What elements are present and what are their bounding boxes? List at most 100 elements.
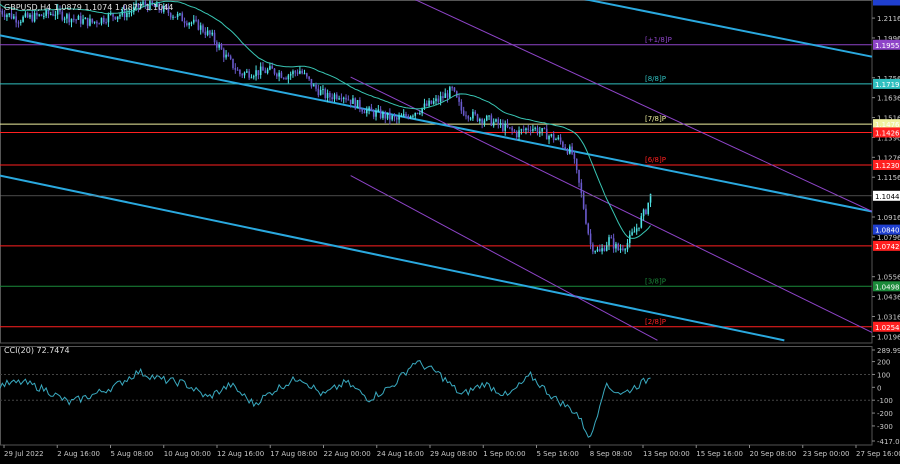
- candle-body: [40, 14, 43, 17]
- candle-body: [479, 118, 481, 122]
- trend-line[interactable]: [577, 0, 873, 58]
- candle-body: [502, 123, 504, 131]
- candle-body: [8, 13, 11, 15]
- candle-body: [250, 77, 253, 79]
- trend-line[interactable]: [0, 34, 873, 213]
- candle-body: [342, 97, 345, 99]
- candle-body: [13, 16, 15, 19]
- candle-body: [10, 13, 13, 19]
- candle-body: [389, 112, 391, 120]
- cci-line[interactable]: [0, 360, 651, 438]
- candle-body: [70, 18, 73, 23]
- candle-body: [340, 98, 343, 100]
- candle-body: [605, 245, 608, 251]
- level-tag: [7/8]P: [645, 115, 666, 123]
- candle-body: [190, 22, 193, 24]
- trend-line[interactable]: [0, 174, 785, 342]
- channel-line[interactable]: [350, 76, 873, 333]
- candle-body: [460, 101, 463, 111]
- candle-body: [31, 14, 34, 22]
- candle-body: [264, 70, 267, 73]
- candle-body: [559, 137, 562, 142]
- candle-body: [229, 56, 232, 59]
- candle-body: [322, 89, 324, 91]
- candle-body: [49, 13, 52, 15]
- candle-body: [227, 54, 230, 57]
- candle-body: [172, 16, 174, 18]
- candle-body: [483, 120, 486, 124]
- candle-body: [103, 17, 105, 23]
- candle-body: [179, 13, 181, 15]
- candle-body: [98, 23, 100, 25]
- candle-body: [428, 100, 430, 106]
- candle-body: [204, 31, 207, 35]
- candle-body: [239, 69, 241, 75]
- candle-body: [338, 98, 340, 100]
- candle-body: [236, 69, 239, 71]
- candle-body: [368, 107, 370, 110]
- channel-line[interactable]: [411, 0, 873, 212]
- candle-body: [22, 16, 24, 22]
- candle-body: [126, 12, 128, 18]
- candle-body: [213, 32, 216, 43]
- candle-body: [562, 141, 564, 148]
- candle-body: [527, 128, 530, 130]
- candle-body: [571, 146, 573, 154]
- candle-body: [312, 84, 315, 87]
- candle-body: [1, 10, 4, 15]
- candle-body: [174, 16, 177, 18]
- time-tick-label: 22 Aug 00:00: [324, 450, 371, 458]
- candle-body: [326, 92, 329, 99]
- candle-body: [594, 251, 596, 253]
- candle-body: [638, 227, 640, 229]
- candle-body: [423, 103, 426, 108]
- candle-body: [548, 135, 550, 140]
- candle-body: [520, 129, 523, 131]
- candle-body: [474, 111, 477, 115]
- candle-body: [619, 248, 622, 250]
- candle-body: [61, 11, 64, 20]
- candle-body: [522, 129, 525, 131]
- time-tick-label: 20 Sep 08:00: [750, 450, 797, 458]
- candle-body: [534, 127, 536, 129]
- moving-average-line[interactable]: [0, 0, 651, 239]
- candle-body: [432, 101, 435, 104]
- price-tick-label: 1.2116: [877, 15, 900, 23]
- cci-tick-label: 289.9903: [877, 347, 900, 355]
- candle-body: [52, 13, 54, 16]
- candle-body: [54, 14, 57, 16]
- candle-body: [176, 13, 179, 18]
- candle-body: [409, 116, 412, 119]
- cci-header: CCI(20) 72.7474: [4, 346, 70, 355]
- chart-canvas[interactable]: 1.21161.19961.17561.16361.15161.13961.12…: [0, 0, 900, 460]
- candle-body: [259, 66, 262, 76]
- candle-body: [209, 30, 211, 35]
- candle-body: [497, 119, 500, 125]
- time-tick-label: 1 Sep 00:00: [483, 450, 525, 458]
- chart-window[interactable]: 1.2116 1.1996 1.1756 1.1636 1.1516 1.1396 1.12…: [0, 0, 900, 460]
- candle-body: [603, 248, 606, 251]
- cci-tick-label: 100: [877, 371, 890, 379]
- candle-body: [192, 19, 195, 23]
- candle-body: [465, 115, 467, 117]
- candle-body: [601, 248, 603, 252]
- time-tick-label: 2 Aug 16:00: [57, 450, 100, 458]
- candle-body: [308, 76, 310, 79]
- candle-body: [647, 202, 650, 214]
- symbol-header: GBPUSD,H4 1.0879 1.1074 1.0877 1.1044: [4, 3, 174, 12]
- candle-body: [525, 128, 527, 131]
- price-badge: [873, 0, 900, 6]
- candle-body: [225, 54, 227, 58]
- candle-body: [449, 87, 451, 98]
- candle-body: [82, 19, 84, 24]
- candle-body: [19, 21, 22, 23]
- candle-body: [361, 109, 363, 112]
- candle-body: [287, 75, 290, 80]
- price-tick-label: 1.1636: [877, 95, 900, 103]
- candle-body: [425, 103, 428, 106]
- level-badge-label: 1.1719: [875, 81, 900, 89]
- candle-body: [292, 71, 294, 75]
- candle-body: [363, 111, 366, 114]
- candle-body: [624, 249, 626, 251]
- candle-body: [509, 127, 511, 129]
